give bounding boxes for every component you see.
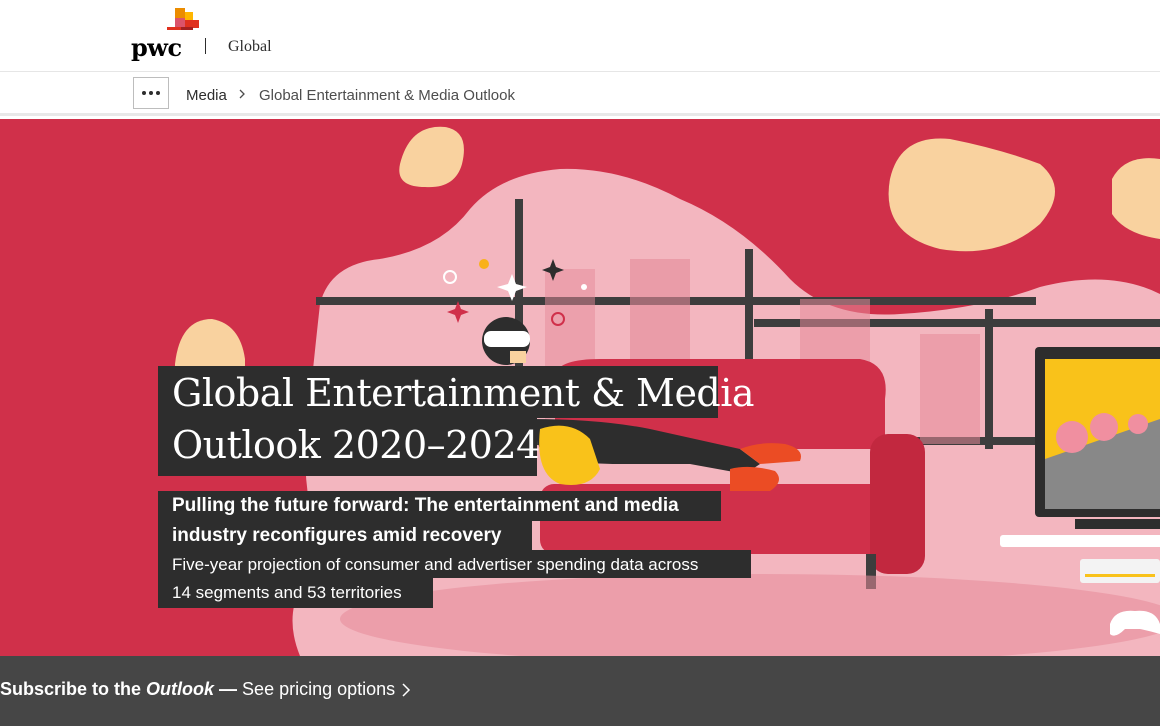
chevron-right-icon bbox=[402, 683, 411, 697]
pwc-logo-mark-icon bbox=[167, 8, 199, 30]
hero-title: Global Entertainment & Media Outlook 202… bbox=[158, 366, 755, 476]
hero-banner: Global Entertainment & Media Outlook 202… bbox=[0, 119, 1160, 656]
hero-title-line-1: Global Entertainment & Media bbox=[158, 366, 755, 418]
hero-title-line-2: Outlook 2020–2024 bbox=[158, 418, 540, 476]
more-menu-button[interactable] bbox=[133, 77, 169, 109]
subscribe-title: Outlook bbox=[146, 679, 215, 699]
subscribe-link[interactable]: Subscribe to the Outlook — See pricing o… bbox=[0, 679, 411, 700]
chevron-right-icon bbox=[239, 89, 245, 99]
hero-subtitle-line-1: Pulling the future forward: The entertai… bbox=[158, 491, 721, 521]
subscribe-bar: Subscribe to the Outlook — See pricing o… bbox=[0, 656, 1160, 726]
breadcrumb-item-media[interactable]: Media bbox=[186, 87, 227, 104]
subscribe-lead: Subscribe to the bbox=[0, 679, 147, 699]
hero-subtitle-line-2: industry reconfigures amid recovery bbox=[158, 521, 532, 551]
logo-wordmark: pwc bbox=[131, 33, 182, 62]
hero-subtitle: Pulling the future forward: The entertai… bbox=[158, 491, 721, 551]
hero-description-line-2: 14 segments and 53 territories bbox=[158, 578, 433, 608]
more-dots-icon bbox=[142, 91, 146, 95]
site-header: pwc Global bbox=[0, 0, 1160, 72]
pwc-logo[interactable]: pwc bbox=[131, 8, 203, 62]
pricing-options-link[interactable]: See pricing options bbox=[242, 679, 395, 699]
header-divider bbox=[205, 38, 206, 54]
hero-description-line-1: Five-year projection of consumer and adv… bbox=[158, 550, 751, 578]
breadcrumb: Media Global Entertainment & Media Outlo… bbox=[0, 72, 1160, 116]
subscribe-dash: — bbox=[214, 679, 243, 699]
territory-label[interactable]: Global bbox=[228, 38, 272, 56]
breadcrumb-item-current: Global Entertainment & Media Outlook bbox=[259, 87, 515, 104]
hero-description: Five-year projection of consumer and adv… bbox=[158, 550, 751, 608]
